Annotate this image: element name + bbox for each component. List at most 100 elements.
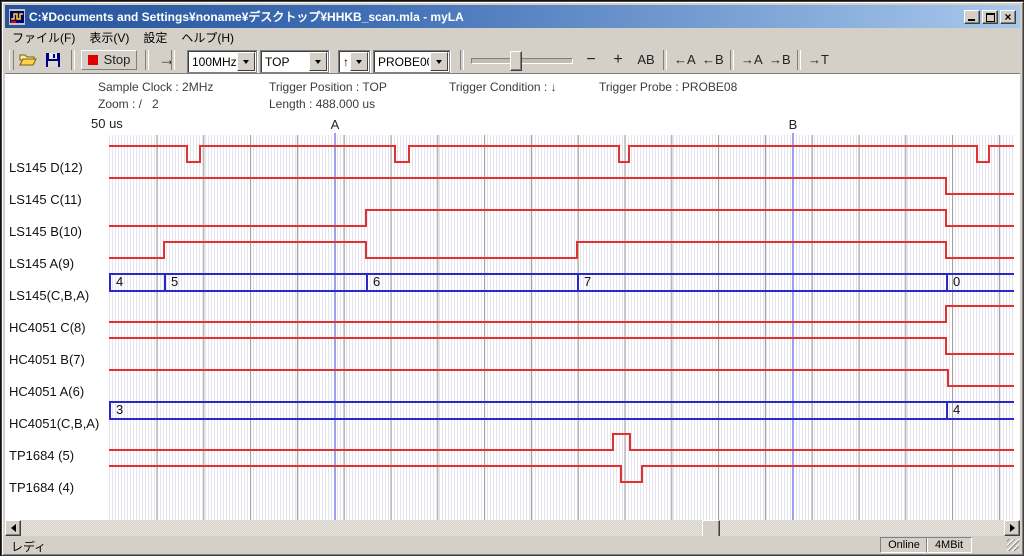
maximize-button[interactable]	[982, 10, 998, 24]
dropdown-arrow-icon[interactable]	[237, 52, 255, 71]
desktop: { "window": { "title": "C:¥Documents and…	[0, 0, 1024, 556]
stop-icon	[88, 55, 98, 65]
trigger-position-value: TOP	[261, 55, 308, 69]
trigger-probe-value: PROBE00	[374, 55, 429, 69]
bus-value: 0	[953, 274, 960, 289]
stop-button[interactable]: Stop	[81, 50, 137, 70]
bus-value: 4	[116, 274, 123, 289]
minimize-icon	[968, 19, 975, 21]
toolbar-separator	[663, 50, 667, 70]
menu-item-file[interactable]: ファイル(F)	[5, 27, 82, 48]
goto-trigger-button[interactable]: →T	[804, 50, 831, 70]
trigger-position-info: Trigger Position : TOP	[269, 80, 387, 94]
scroll-right-button[interactable]	[1004, 520, 1020, 536]
capture-panel: Sample Clock : 2MHz Trigger Position : T…	[5, 73, 1020, 521]
sample-clock-info: Sample Clock : 2MHz	[98, 80, 213, 94]
channel-trace	[109, 242, 1014, 258]
channel-label[interactable]: LS145 A(9)	[9, 256, 74, 272]
channel-label[interactable]: HC4051 A(6)	[9, 384, 84, 400]
goto-marker-a-button[interactable]: ←A	[670, 50, 697, 70]
open-file-button[interactable]	[17, 50, 39, 70]
channel-trace	[109, 370, 1014, 386]
waveform-canvas[interactable]: A B 4 5 6 7 0 3 4	[109, 115, 1014, 521]
minimize-button[interactable]	[964, 10, 980, 24]
channel-label[interactable]: HC4051 B(7)	[9, 352, 85, 368]
bus-value: 4	[953, 402, 960, 417]
toolbar-separator	[145, 50, 149, 70]
channel-label[interactable]: TP1684 (4)	[9, 480, 74, 496]
zoom-slider[interactable]	[471, 58, 573, 64]
channel-label[interactable]: HC4051(C,B,A)	[9, 416, 99, 432]
titlebar[interactable]: C:¥Documents and Settings¥noname¥デスクトップ¥…	[5, 5, 1020, 28]
toolbar: Stop → 100MHz TOP ↑ PROBE00 − + AB ←A ←B	[5, 47, 1020, 73]
toolbar-separator	[730, 50, 734, 70]
channel-trace	[109, 434, 1014, 450]
channel-label[interactable]: HC4051 C(8)	[9, 320, 86, 336]
trigger-probe-select[interactable]: PROBE00	[373, 50, 450, 73]
bus-value: 5	[171, 274, 178, 289]
menu-item-view[interactable]: 表示(V)	[82, 27, 136, 48]
toolbar-separator	[460, 50, 464, 70]
toolbar-separator	[171, 50, 175, 70]
trigger-condition-info: Trigger Condition : ↓	[449, 80, 557, 94]
zoom-slider-thumb[interactable]	[510, 51, 522, 71]
waveform-view: 50 us LS145 D(12) LS145 C(11) LS145 B(10…	[5, 115, 1020, 521]
app-icon	[9, 9, 25, 25]
channel-label[interactable]: LS145(C,B,A)	[9, 288, 89, 304]
zoom-out-button[interactable]: −	[580, 50, 602, 70]
channel-trace	[109, 178, 1014, 194]
memory-size-badge: 4MBit	[926, 537, 972, 553]
trigger-probe-info: Trigger Probe : PROBE08	[599, 80, 737, 94]
goto-marker-b-button[interactable]: ←B	[698, 50, 725, 70]
online-status-badge: Online	[880, 537, 928, 553]
trigger-edge-select[interactable]: ↑	[338, 50, 370, 73]
dropdown-arrow-icon[interactable]	[350, 52, 368, 71]
bus-value: 3	[116, 402, 123, 417]
channel-trace	[109, 306, 1014, 322]
scroll-left-button[interactable]	[5, 520, 21, 536]
sample-clock-select[interactable]: 100MHz	[187, 50, 257, 73]
menu-item-help[interactable]: ヘルプ(H)	[174, 27, 241, 48]
app-window: C:¥Documents and Settings¥noname¥デスクトップ¥…	[1, 1, 1024, 556]
trigger-edge-value: ↑	[339, 55, 349, 69]
floppy-disk-icon	[45, 52, 61, 68]
window-controls: ×	[964, 10, 1016, 24]
menu-item-settings[interactable]: 設定	[136, 27, 174, 48]
zoom-in-button[interactable]: +	[607, 50, 629, 70]
channel-trace	[109, 466, 1014, 482]
toolbar-separator	[71, 50, 75, 70]
bus-value: 7	[584, 274, 591, 289]
trigger-position-select[interactable]: TOP	[260, 50, 329, 73]
resize-grip[interactable]	[1007, 539, 1019, 551]
channel-label[interactable]: LS145 B(10)	[9, 224, 82, 240]
sample-clock-value: 100MHz	[188, 55, 236, 69]
waveform-plot[interactable]: A B 4 5 6 7 0 3 4	[109, 115, 1014, 521]
maximize-icon	[986, 13, 995, 22]
channel-trace	[109, 210, 1014, 226]
channel-trace	[109, 146, 1014, 162]
channel-label[interactable]: LS145 C(11)	[9, 192, 82, 208]
arrow-left-icon	[7, 524, 16, 532]
status-message: レディ	[11, 538, 46, 555]
horizontal-scrollbar[interactable]	[5, 520, 1020, 536]
set-marker-a-button[interactable]: →A	[737, 50, 764, 70]
set-marker-b-button[interactable]: →B	[765, 50, 792, 70]
toolbar-separator	[797, 50, 801, 70]
marker-label-B: B	[789, 117, 798, 132]
close-button[interactable]: ×	[1000, 10, 1016, 24]
run-button[interactable]: →	[153, 50, 181, 70]
ab-range-button[interactable]: AB	[633, 50, 659, 70]
zoom-info: Zoom : / 2	[98, 97, 159, 111]
arrow-right-icon	[1010, 524, 1019, 532]
channel-trace	[109, 338, 1014, 354]
statusbar: レディ Online 4MBit	[5, 536, 1020, 553]
save-button[interactable]	[42, 50, 64, 70]
close-icon: ×	[1004, 10, 1011, 24]
channel-label[interactable]: LS145 D(12)	[9, 160, 83, 176]
marker-label-A: A	[331, 117, 340, 132]
channel-label[interactable]: TP1684 (5)	[9, 448, 74, 464]
bus-value: 6	[373, 274, 380, 289]
stop-label: Stop	[104, 52, 131, 67]
dropdown-arrow-icon[interactable]	[309, 52, 327, 71]
dropdown-arrow-icon[interactable]	[430, 52, 448, 71]
